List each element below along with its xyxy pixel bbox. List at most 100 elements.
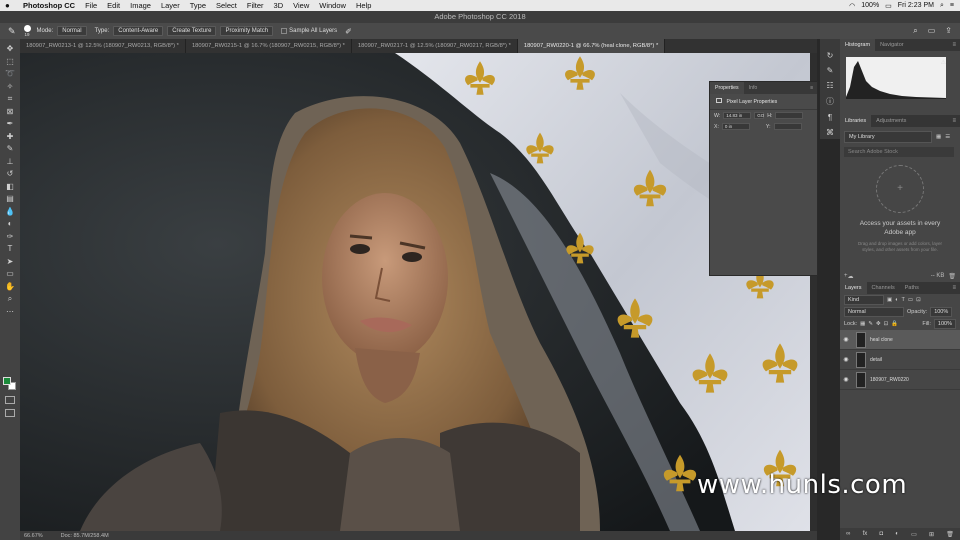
more-tools-icon[interactable]: ⋯ [4,306,16,319]
tab-doc-0217[interactable]: 180907_RW0217-1 @ 12.5% (180907_RW0217, … [352,39,518,53]
gradient-tool-icon[interactable]: ▤ [4,193,16,206]
tab-doc-0213[interactable]: 180907_RW0213-1 @ 12.5% (180907_RW0213, … [20,39,186,53]
crop-tool-icon[interactable]: ⌗ [4,93,16,106]
menu-edit[interactable]: Edit [107,1,120,10]
filter-pixel-icon[interactable]: ▣ [887,297,892,303]
fill-field[interactable]: 100% [933,319,956,329]
visibility-eye-icon[interactable]: ◉ [840,336,852,343]
spot-healing-brush-icon[interactable]: ✎ [8,26,16,37]
pen-tool-icon[interactable]: ✑ [4,231,16,244]
healing-brush-tool-icon[interactable]: ✚ [4,131,16,144]
mode-select[interactable]: Normal [57,26,87,36]
cloud-icon[interactable]: ☁ [848,273,854,280]
history-brush-tool-icon[interactable]: ↺ [4,168,16,181]
lock-artboard-icon[interactable]: ⊡ [884,321,889,327]
tab-layers[interactable]: Layers [840,282,867,294]
search-icon[interactable]: ⌕ [940,2,944,10]
paragraph-icon[interactable]: ¶ [828,113,832,122]
menu-window[interactable]: Window [319,1,346,10]
panel-menu-icon[interactable]: ≡ [952,115,956,127]
tab-info[interactable]: Info [744,82,763,94]
filter-adjust-icon[interactable]: ◐ [895,297,898,303]
filter-shape-icon[interactable]: ▭ [908,297,913,303]
foreground-color-swatch[interactable] [3,377,11,385]
warning-icon[interactable]: ⚠ [941,59,946,66]
lasso-tool-icon[interactable]: ➰ [4,68,16,81]
quick-select-tool-icon[interactable]: ✧ [4,81,16,94]
menu-help[interactable]: Help [356,1,371,10]
grid-view-icon[interactable]: ▦ [936,134,941,140]
brush-angle-icon[interactable]: ✐ [345,27,352,36]
layer-style-icon[interactable]: fx [863,531,868,537]
brushes-icon[interactable]: ✎ [827,66,834,75]
eyedropper-tool-icon[interactable]: ✒ [4,118,16,131]
menu-type[interactable]: Type [190,1,206,10]
tab-paths[interactable]: Paths [900,282,924,294]
brush-size-picker[interactable]: 19 [23,25,31,37]
add-mask-icon[interactable]: ◘ [879,531,883,537]
menu-view[interactable]: View [293,1,309,10]
link-toggle[interactable]: GO [754,112,764,119]
dodge-tool-icon[interactable]: ◐ [4,218,16,231]
tab-adjustments[interactable]: Adjustments [871,115,911,127]
path-select-tool-icon[interactable]: ➤ [4,256,16,269]
workspace-icon[interactable]: ▭ [928,26,936,36]
clock[interactable]: Fri 2:23 PM [898,2,934,9]
tab-histogram[interactable]: Histogram [840,39,876,51]
y-field[interactable] [773,123,802,130]
layer-name[interactable]: heal clone [870,337,893,343]
move-tool-icon[interactable]: ✥ [4,43,16,56]
menu-select[interactable]: Select [216,1,237,10]
menu-list-icon[interactable]: ≡ [950,2,954,9]
panel-menu-icon[interactable]: ≡ [952,39,956,51]
glyphs-icon[interactable]: ⌘ [826,128,834,137]
opacity-field[interactable]: 100% [930,307,953,317]
delete-layer-icon[interactable]: 🗑 [946,531,954,538]
layer-row[interactable]: ◉ 180907_RW0220 [840,370,960,390]
document-canvas[interactable] [20,53,810,531]
add-asset-icon[interactable]: + [876,165,924,213]
wifi-icon[interactable]: ◠ [849,2,855,10]
lock-paint-icon[interactable]: ✎ [868,321,873,327]
clone-stamp-tool-icon[interactable]: ⊥ [4,156,16,169]
width-field[interactable]: 14.83 in [723,112,752,119]
quick-mask-icon[interactable] [5,396,15,404]
adjustment-layer-icon[interactable]: ◐ [895,531,899,537]
proximity-match-button[interactable]: Proximity Match [220,26,274,36]
filter-smart-icon[interactable]: ⊡ [916,297,921,303]
menu-app[interactable]: Photoshop CC [23,1,75,10]
marquee-tool-icon[interactable]: ⬚ [4,56,16,69]
menu-3d[interactable]: 3D [274,1,284,10]
layer-name[interactable]: 180907_RW0220 [870,377,909,383]
shape-tool-icon[interactable]: ▭ [4,268,16,281]
menu-image[interactable]: Image [130,1,151,10]
tab-doc-0215[interactable]: 180907_RW0215-1 @ 16.7% (180907_RW0215, … [186,39,352,53]
stock-search-input[interactable]: Search Adobe Stock [844,147,954,157]
filter-type-icon[interactable]: T [902,297,905,303]
layer-name[interactable]: detail [870,357,882,363]
visibility-eye-icon[interactable]: ◉ [840,376,852,383]
layer-filter-kind[interactable]: Kind [844,295,884,305]
info-icon[interactable]: ⓘ [826,96,834,107]
apple-icon[interactable]: ● [5,1,15,10]
zoom-tool-icon[interactable]: ⌕ [4,293,16,306]
layer-row[interactable]: ◉ detail [840,350,960,370]
properties-icon[interactable]: ☷ [826,81,833,90]
type-tool-icon[interactable]: T [4,243,16,256]
menu-filter[interactable]: Filter [247,1,264,10]
zoom-level[interactable]: 66.67% [24,533,43,539]
menu-file[interactable]: File [85,1,97,10]
panel-menu-icon[interactable]: ≡ [810,85,813,91]
tab-libraries[interactable]: Libraries [840,115,872,127]
tab-doc-0220[interactable]: 180907_RW0220-1 @ 66.7% (heal clone, RGB… [517,39,666,53]
blur-tool-icon[interactable]: 💧 [4,206,16,219]
history-icon[interactable]: ↻ [827,51,834,60]
list-view-icon[interactable]: ☰ [945,134,950,140]
sample-all-layers-checkbox[interactable] [281,28,288,34]
tab-channels[interactable]: Channels [867,282,900,294]
lock-all-icon[interactable]: 🔒 [891,321,898,327]
hand-tool-icon[interactable]: ✋ [4,281,16,294]
layer-row[interactable]: ◉ heal clone [840,330,960,350]
menu-layer[interactable]: Layer [161,1,180,10]
eraser-tool-icon[interactable]: ◧ [4,181,16,194]
